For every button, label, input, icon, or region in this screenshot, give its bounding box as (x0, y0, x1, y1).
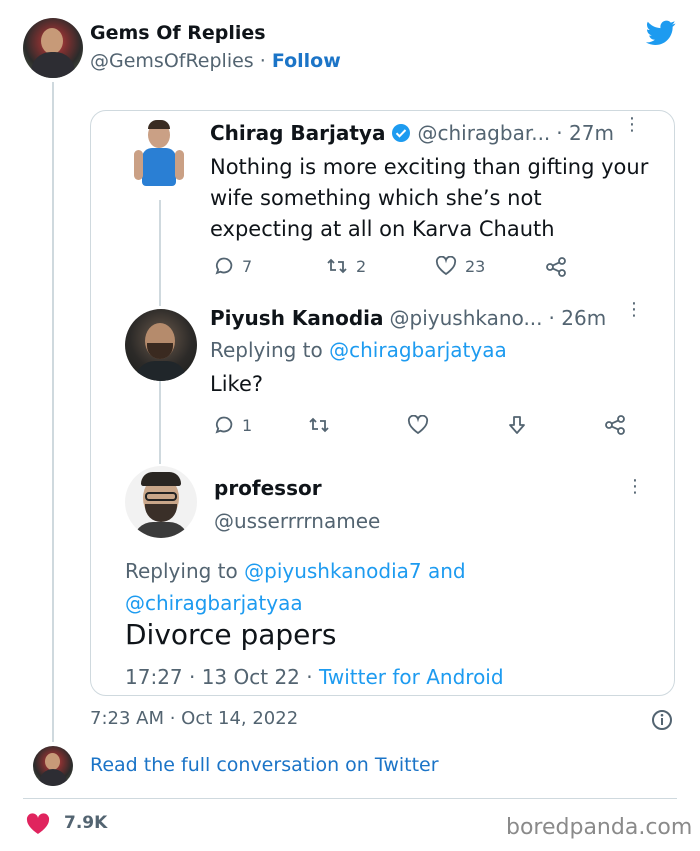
tweet1-text-line: Nothing is more exciting than gifting yo… (210, 155, 649, 179)
tweet3-more-icon[interactable]: ⋮ (626, 478, 644, 496)
share-icon (545, 256, 567, 278)
tweet3-replying-to-link[interactable]: @chiragbarjatyaa (125, 587, 466, 619)
read-full-conversation-link[interactable]: Read the full conversation on Twitter (90, 754, 439, 776)
professor-avatar-body (133, 522, 189, 538)
avatar-body (39, 769, 67, 786)
reply-icon (214, 256, 234, 276)
tweet2-share-action[interactable] (604, 414, 626, 436)
tweet3-text: Divorce papers (125, 618, 337, 651)
tweet3-name[interactable]: professor (214, 476, 322, 500)
tweet1-text: Nothing is more exciting than gifting yo… (210, 152, 648, 245)
inner-thread-line-2 (159, 381, 161, 464)
share-icon (604, 414, 626, 436)
like-heart-icon[interactable] (26, 813, 50, 835)
piyush-avatar[interactable] (125, 309, 197, 381)
tweet1-name[interactable]: Chirag Barjatya (210, 121, 385, 145)
tweet1-handle[interactable]: @chiragbar... (417, 121, 550, 145)
tweet2-name[interactable]: Piyush Kanodia (210, 306, 384, 330)
twitter-bird-icon[interactable] (646, 20, 676, 46)
professor-avatar-hair (141, 472, 181, 486)
tweet2-retweet-action[interactable] (308, 415, 330, 435)
professor-avatar[interactable] (125, 466, 197, 538)
piyush-avatar-beard (147, 343, 173, 359)
retweet-icon (308, 415, 330, 435)
tweet1-reply-count: 7 (242, 256, 253, 276)
tweet2-time[interactable]: · 26m (549, 306, 607, 330)
piyush-avatar-body (135, 361, 187, 381)
author-avatar[interactable] (23, 18, 83, 78)
heart-outline-icon (435, 256, 457, 276)
chirag-avatar-hair (148, 120, 170, 129)
like-count[interactable]: 7.9K (64, 813, 107, 833)
outer-thread-line (52, 82, 54, 742)
professor-avatar-beard (145, 504, 177, 522)
embed-timestamp[interactable]: 7:23 AM · Oct 14, 2022 (90, 708, 298, 729)
tweet2-text: Like? (210, 372, 264, 396)
retweet-icon (326, 256, 348, 276)
author-name[interactable]: Gems Of Replies (90, 22, 266, 44)
tweet2-download-action[interactable] (506, 414, 528, 436)
tweet3-footer: 17:27 · 13 Oct 22 · Twitter for Android (125, 665, 504, 689)
tweet2-replying-to-link[interactable]: @chiragbarjatyaa (329, 338, 507, 362)
avatar-face (45, 753, 60, 770)
tweet1-text-line: expecting at all on Karva Chauth (210, 217, 555, 241)
tweet1-like-action[interactable]: 23 (435, 256, 485, 276)
tweet2-replying: Replying to @chiragbarjatyaa (210, 338, 507, 362)
chirag-avatar-arm-left (134, 150, 143, 180)
tweet3-replying-to-link[interactable]: @piyushkanodia7 and (244, 559, 465, 583)
reply-icon (214, 415, 234, 435)
tweet3-time[interactable]: 17:27 · 13 Oct 22 · (125, 665, 313, 689)
tweet2-reply-count: 1 (242, 415, 253, 435)
heart-outline-icon (407, 415, 429, 435)
chirag-avatar[interactable] (128, 120, 190, 200)
tweet1-more-icon[interactable]: ⋮ (623, 116, 641, 134)
tweet1-like-count: 23 (465, 256, 486, 276)
tweet2-like-action[interactable] (407, 415, 429, 435)
tweet1-share-action[interactable] (545, 256, 567, 278)
info-icon[interactable] (651, 709, 673, 731)
author-avatar-small[interactable] (33, 746, 73, 786)
tweet3-source-link[interactable]: Twitter for Android (319, 665, 504, 689)
author-handle[interactable]: @GemsOfReplies (90, 50, 254, 72)
verified-badge-icon (391, 123, 411, 143)
tweet2-more-icon[interactable]: ⋮ (625, 301, 643, 319)
chirag-avatar-shirt (142, 148, 176, 186)
tweet1-reply-action[interactable]: 7 (214, 256, 252, 276)
footer-divider (23, 798, 677, 799)
download-icon (506, 414, 528, 436)
author-handle-row: @GemsOfReplies · Follow (90, 50, 341, 72)
avatar-face (41, 28, 63, 54)
tweet1-header: Chirag Barjatya @chiragbar... · 27m (210, 121, 614, 145)
tweet2-header: Piyush Kanodia @piyushkano... · 26m (210, 306, 606, 330)
tweet2-handle[interactable]: @piyushkano... (390, 306, 543, 330)
inner-thread-line-1 (159, 200, 161, 306)
tweet2-reply-action[interactable]: 1 (214, 415, 252, 435)
tweet2-replying-prefix: Replying to (210, 338, 323, 362)
tweet1-retweet-action[interactable]: 2 (326, 256, 366, 276)
tweet1-retweet-count: 2 (356, 256, 367, 276)
boredpanda-watermark: boredpanda.com (506, 815, 693, 840)
tweet1-time[interactable]: · 27m (556, 121, 614, 145)
chirag-avatar-arm-right (175, 150, 184, 180)
separator-dot: · (259, 50, 266, 72)
tweet3-replying: Replying to @piyushkanodia7 and @chiragb… (125, 555, 466, 619)
tweet1-text-line: wife something which she’s not (210, 186, 542, 210)
tweet3-replying-prefix: Replying to (125, 559, 238, 583)
follow-button[interactable]: Follow (272, 50, 341, 72)
tweet3-handle[interactable]: @usserrrrnamee (214, 509, 380, 533)
professor-avatar-glasses (145, 492, 177, 501)
avatar-body (31, 52, 75, 78)
